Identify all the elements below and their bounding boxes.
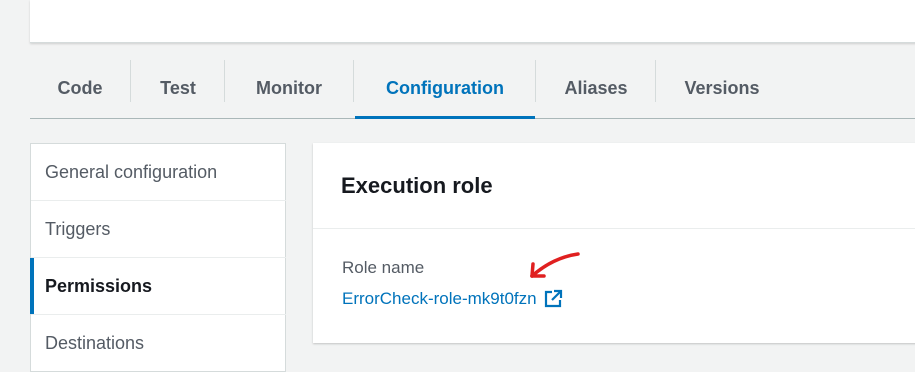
sidenav-item-destinations[interactable]: Destinations xyxy=(31,315,286,372)
tab-configuration[interactable]: Configuration xyxy=(355,58,535,119)
role-name-link[interactable]: ErrorCheck-role-mk9t0fzn xyxy=(342,289,563,309)
tab-divider xyxy=(224,60,225,102)
configuration-sidenav: General configuration Triggers Permissio… xyxy=(30,143,286,372)
tab-test[interactable]: Test xyxy=(136,58,220,118)
red-arrow-annotation xyxy=(524,248,584,289)
panel-header: Execution role xyxy=(313,143,915,229)
tab-code[interactable]: Code xyxy=(40,58,120,118)
execution-role-panel: Execution role Role name ErrorCheck-role… xyxy=(313,143,915,343)
tab-divider xyxy=(353,60,354,102)
tab-bar: Code Test Monitor Configuration Aliases … xyxy=(30,58,915,119)
role-name-label: Role name xyxy=(342,258,425,277)
external-link-icon[interactable] xyxy=(543,289,563,309)
tab-aliases[interactable]: Aliases xyxy=(540,58,652,118)
panel-title: Execution role xyxy=(341,172,493,198)
sidenav-item-permissions[interactable]: Permissions xyxy=(30,258,286,315)
tab-monitor[interactable]: Monitor xyxy=(230,58,348,118)
sidenav-item-general-configuration[interactable]: General configuration xyxy=(31,144,286,201)
tab-divider xyxy=(535,60,536,102)
top-card xyxy=(30,0,915,43)
tab-divider xyxy=(130,60,131,102)
role-name-link-text[interactable]: ErrorCheck-role-mk9t0fzn xyxy=(342,289,537,309)
tab-versions[interactable]: Versions xyxy=(660,58,784,118)
tab-divider xyxy=(655,60,656,102)
sidenav-item-triggers[interactable]: Triggers xyxy=(31,201,286,258)
